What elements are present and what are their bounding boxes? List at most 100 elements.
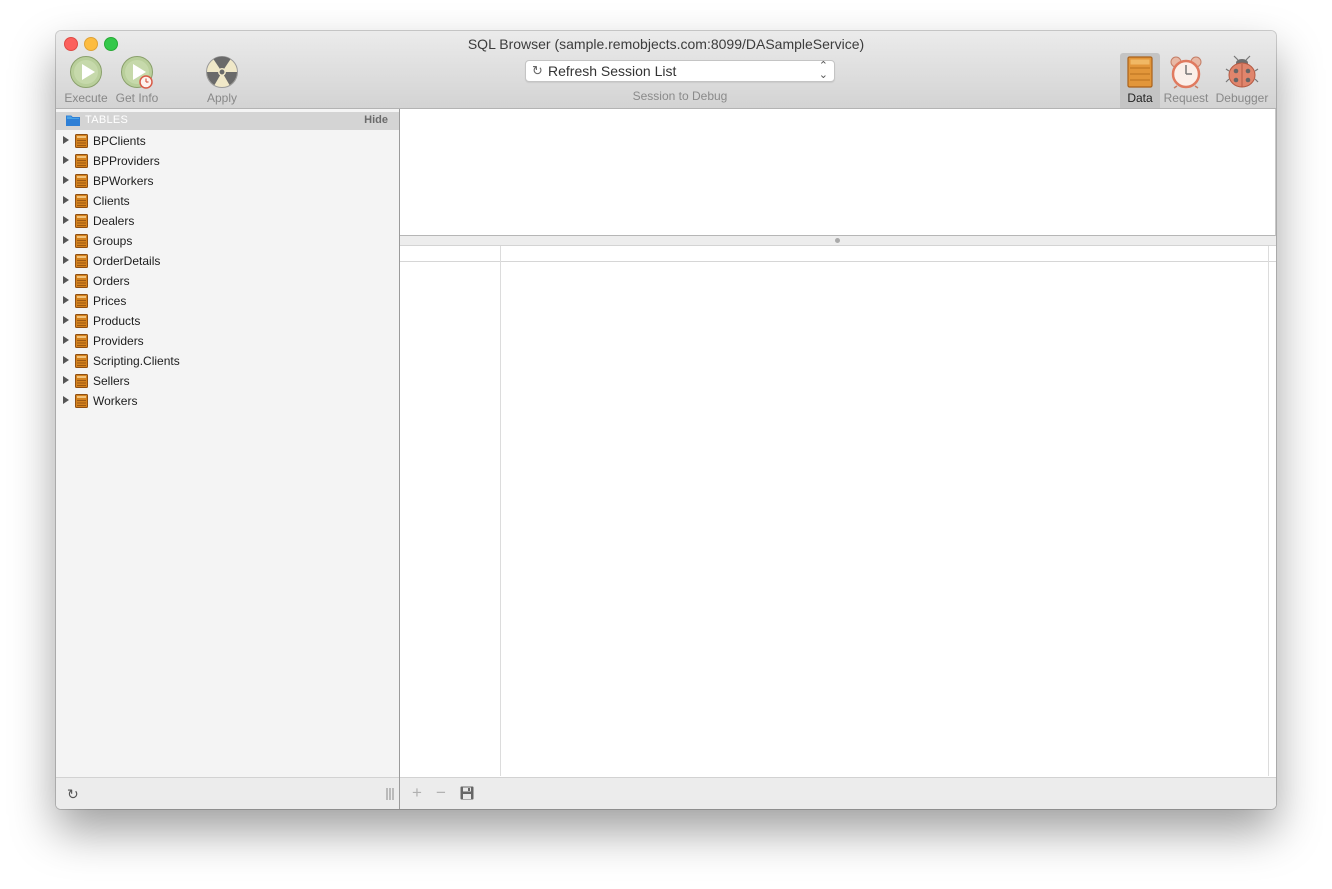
- chevron-updown-icon: ⌃ ⌄: [818, 60, 828, 81]
- alarm-clock-icon: [1170, 56, 1202, 89]
- table-icon: [75, 374, 88, 388]
- table-item[interactable]: Clients: [56, 191, 399, 211]
- table-icon: [75, 394, 88, 408]
- tables-tree: BPClients BPProviders BPWorkers Clients Deal…: [56, 131, 399, 411]
- disclosure-triangle-icon[interactable]: [63, 396, 69, 404]
- ladybug-icon: [1225, 55, 1259, 88]
- table-item-label: Prices: [93, 294, 127, 308]
- session-select[interactable]: ↻ Refresh Session List ⌃ ⌄: [525, 60, 835, 82]
- get-info-label: Get Info: [115, 91, 159, 105]
- hide-button[interactable]: Hide: [364, 114, 388, 126]
- table-icon: [75, 214, 88, 228]
- tables-section-header: TABLES Hide: [56, 112, 399, 130]
- disclosure-triangle-icon[interactable]: [63, 316, 69, 324]
- disclosure-triangle-icon[interactable]: [63, 376, 69, 384]
- session-select-value: Refresh Session List: [548, 63, 677, 79]
- add-row-button[interactable]: +: [412, 783, 422, 803]
- table-icon: [75, 134, 88, 148]
- table-icon: [75, 294, 88, 308]
- split-divider[interactable]: [400, 236, 1276, 246]
- table-item[interactable]: Scripting.Clients: [56, 351, 399, 371]
- sidebar-footer: ↻: [56, 777, 399, 809]
- table-icon: [75, 254, 88, 268]
- disclosure-triangle-icon[interactable]: [63, 236, 69, 244]
- sidebar: TABLES Hide BPClients BPProviders BPWorker…: [56, 109, 400, 809]
- table-item[interactable]: Dealers: [56, 211, 399, 231]
- disclosure-triangle-icon[interactable]: [63, 356, 69, 364]
- table-icon: [75, 174, 88, 188]
- disclosure-triangle-icon[interactable]: [63, 256, 69, 264]
- results-footer: + −: [400, 777, 1276, 809]
- table-item[interactable]: Products: [56, 311, 399, 331]
- table-item-label: Sellers: [93, 374, 130, 388]
- table-item[interactable]: Prices: [56, 291, 399, 311]
- table-item[interactable]: BPClients: [56, 131, 399, 151]
- table-item-label: OrderDetails: [93, 254, 161, 268]
- disclosure-triangle-icon[interactable]: [63, 156, 69, 164]
- mode-debugger-label: Debugger: [1215, 91, 1269, 105]
- divider-handle[interactable]: [835, 238, 840, 243]
- crate-icon: [1127, 56, 1153, 88]
- disclosure-triangle-icon[interactable]: [63, 196, 69, 204]
- table-item-label: Workers: [93, 394, 138, 408]
- table-icon: [75, 334, 88, 348]
- results-grid[interactable]: [400, 262, 1276, 776]
- tables-section-title: TABLES: [85, 114, 129, 126]
- table-item-label: Scripting.Clients: [93, 354, 180, 368]
- window-title: SQL Browser (sample.remobjects.com:8099/…: [467, 36, 865, 52]
- apply-button[interactable]: Apply: [198, 55, 246, 105]
- table-item[interactable]: Sellers: [56, 371, 399, 391]
- disclosure-triangle-icon[interactable]: [63, 276, 69, 284]
- remove-row-button[interactable]: −: [436, 783, 446, 803]
- table-item[interactable]: Orders: [56, 271, 399, 291]
- table-icon: [75, 274, 88, 288]
- table-item[interactable]: Workers: [56, 391, 399, 411]
- apply-label: Apply: [206, 91, 238, 105]
- table-icon: [75, 354, 88, 368]
- disclosure-triangle-icon[interactable]: [63, 136, 69, 144]
- table-item-label: Clients: [93, 194, 130, 208]
- table-item-label: Products: [93, 314, 141, 328]
- table-icon: [75, 234, 88, 248]
- table-item-label: BPClients: [93, 134, 146, 148]
- get-info-button[interactable]: Get Info: [113, 55, 161, 105]
- play-icon: [70, 56, 102, 88]
- play-clock-icon: [121, 56, 153, 89]
- disclosure-triangle-icon[interactable]: [63, 336, 69, 344]
- mode-data-button[interactable]: Data: [1120, 55, 1160, 105]
- execute-button[interactable]: Execute: [62, 55, 110, 105]
- results-grid-header: [400, 246, 1276, 262]
- disclosure-triangle-icon[interactable]: [63, 296, 69, 304]
- mode-data-label: Data: [1127, 91, 1153, 105]
- session-label: Session to Debug: [632, 89, 728, 103]
- table-item[interactable]: BPWorkers: [56, 171, 399, 191]
- refresh-icon[interactable]: ↻: [67, 786, 79, 803]
- table-item-label: Dealers: [93, 214, 135, 228]
- disclosure-triangle-icon[interactable]: [63, 216, 69, 224]
- table-item-label: BPWorkers: [93, 174, 154, 188]
- grid-column-divider: [500, 246, 501, 776]
- sql-browser-window: SQL Browser (sample.remobjects.com:8099/…: [56, 31, 1276, 809]
- table-item[interactable]: OrderDetails: [56, 251, 399, 271]
- table-icon: [75, 154, 88, 168]
- disclosure-triangle-icon[interactable]: [63, 176, 69, 184]
- radiation-icon: [206, 56, 238, 88]
- grid-column-divider: [1268, 246, 1269, 776]
- table-item[interactable]: Groups: [56, 231, 399, 251]
- table-icon: [75, 314, 88, 328]
- table-item[interactable]: Providers: [56, 331, 399, 351]
- main-area: + −: [400, 109, 1276, 809]
- sql-editor[interactable]: [400, 109, 1276, 236]
- table-item[interactable]: BPProviders: [56, 151, 399, 171]
- execute-label: Execute: [64, 91, 108, 105]
- toolbar: SQL Browser (sample.remobjects.com:8099/…: [56, 31, 1276, 109]
- mode-debugger-button[interactable]: Debugger: [1214, 55, 1270, 105]
- floppy-disk-icon[interactable]: [460, 786, 474, 800]
- mode-request-label: Request: [1163, 91, 1209, 105]
- resize-grip-icon[interactable]: [386, 788, 394, 800]
- folder-icon: [66, 115, 80, 126]
- table-item-label: Providers: [93, 334, 144, 348]
- table-item-label: Orders: [93, 274, 130, 288]
- refresh-icon: ↻: [532, 63, 543, 78]
- mode-request-button[interactable]: Request: [1162, 55, 1210, 105]
